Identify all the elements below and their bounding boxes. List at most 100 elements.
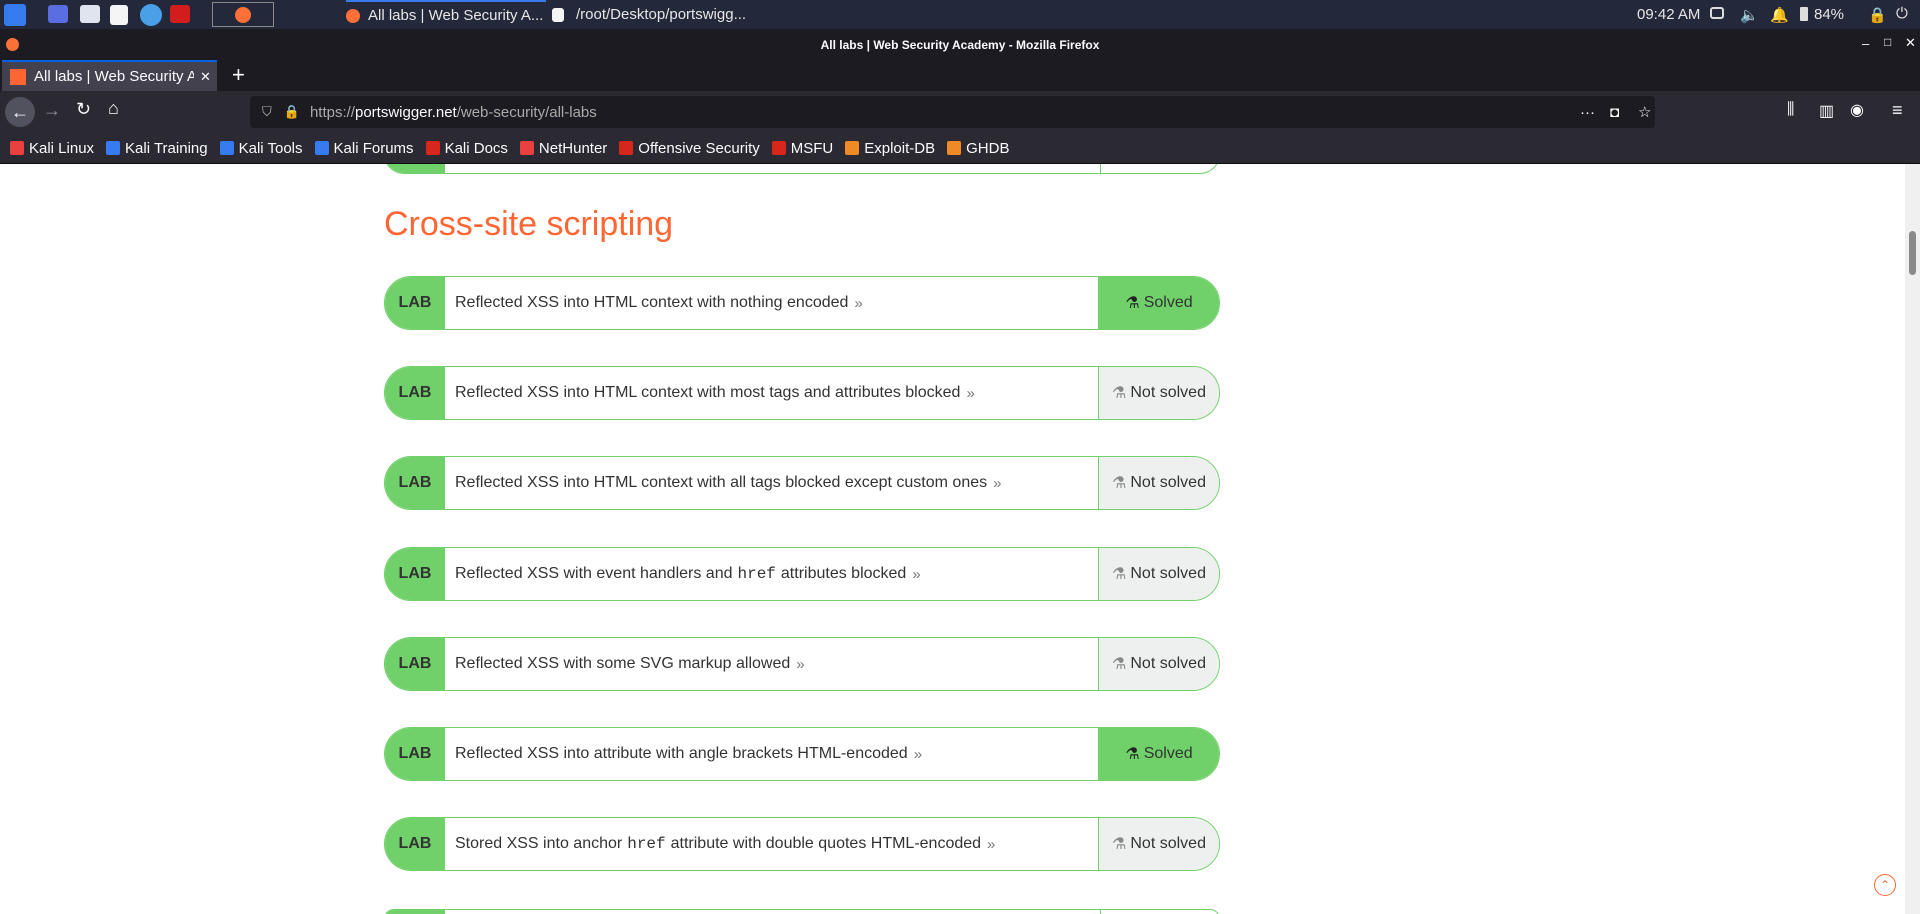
account-icon[interactable]: ◉	[1850, 100, 1864, 120]
shield-icon[interactable]: ⛉	[262, 104, 272, 120]
firefox-launcher[interactable]	[212, 2, 274, 27]
tab-label: All labs | Web Security Ac	[34, 68, 194, 85]
flask-empty-icon: ⚗	[1112, 385, 1127, 402]
bookmark-label: GHDB	[966, 139, 1010, 157]
display-icon[interactable]	[1710, 7, 1724, 19]
lab-row-partial[interactable]	[384, 909, 1220, 914]
menu-icon[interactable]: ≡	[1892, 100, 1903, 121]
bookmark-item[interactable]: Kali Linux	[10, 140, 94, 157]
close-window-icon[interactable]: ✕	[1905, 35, 1916, 51]
lab-row[interactable]: LAB Reflected XSS into HTML context with …	[384, 456, 1220, 510]
notification-bell-icon[interactable]: 🔔	[1770, 6, 1789, 24]
url-scheme: https://	[309, 103, 355, 121]
lab-status-badge: ⚗ Not solved	[1098, 367, 1219, 419]
chevron-right-icon: »	[854, 294, 863, 312]
bookmark-label: MSFU	[790, 139, 834, 157]
flask-filled-icon: ⚗	[1125, 295, 1140, 312]
close-tab-icon[interactable]: ✕	[200, 69, 211, 85]
browser-globe-icon[interactable]	[140, 4, 162, 26]
workspace-icon[interactable]	[48, 5, 68, 23]
chevron-right-icon: »	[987, 835, 996, 853]
lab-status-badge: ⚗ Not solved	[1098, 457, 1219, 509]
battery-level: 84%	[1814, 6, 1845, 23]
chevron-right-icon: »	[913, 745, 923, 763]
lab-row[interactable]: LAB Reflected XSS with some SVG markup al…	[384, 637, 1220, 691]
lock-icon[interactable]: 🔒	[284, 104, 300, 120]
nav-bar: ← → ↻ ⌂ ⛉ 🔒 https:// portswigger.net /we…	[0, 91, 1920, 133]
bookmark-item[interactable]: Kali Docs	[425, 140, 508, 157]
kali-menu-icon[interactable]	[4, 4, 26, 26]
terminal-icon[interactable]	[170, 5, 190, 23]
lab-row[interactable]: LAB Reflected XSS with event handlers and…	[384, 547, 1220, 601]
bookmark-item[interactable]: Kali Forums	[314, 140, 414, 157]
lab-row[interactable]: LAB Reflected XSS into HTML context with …	[384, 366, 1220, 420]
scrollbar-thumb[interactable]	[1909, 231, 1916, 275]
url-path: /web-security/all-labs	[456, 103, 597, 121]
home-button[interactable]: ⌂	[108, 98, 119, 119]
task-window-editor[interactable]: /root/Desktop/portswigg...	[552, 0, 752, 29]
bookmark-icon	[519, 141, 534, 155]
bookmark-item[interactable]: NetHunter	[519, 140, 607, 157]
window-title: All labs | Web Security Academy - Mozill…	[820, 38, 1100, 52]
lab-title-link[interactable]: Reflected XSS into HTML context with mos…	[445, 367, 1098, 419]
lab-title-code: href	[627, 835, 666, 853]
scroll-to-top-icon[interactable]: ⌃	[1874, 874, 1896, 896]
battery-icon[interactable]	[1800, 7, 1808, 21]
bookmark-icon	[219, 141, 234, 155]
lab-tag: LAB	[385, 277, 445, 329]
lock-icon[interactable]: 🔒	[1868, 6, 1887, 24]
bookmark-item[interactable]: Exploit-DB	[845, 140, 935, 157]
lab-title-text: Reflected XSS into HTML context with not…	[455, 294, 849, 311]
library-icon[interactable]: ⫼	[1787, 101, 1794, 119]
bookmark-item[interactable]: Kali Tools	[219, 140, 303, 157]
bookmark-item[interactable]: GHDB	[947, 140, 1009, 157]
url-bar[interactable]: ⛉ 🔒 https:// portswigger.net /web-securi…	[250, 96, 1655, 128]
lab-title-link[interactable]: Reflected XSS into attribute with angle …	[445, 728, 1098, 780]
lab-title-link[interactable]: Reflected XSS with event handlers and hre…	[445, 548, 1098, 600]
text-editor-icon[interactable]	[110, 5, 128, 25]
lab-row[interactable]: LAB Reflected XSS into attribute with ang…	[384, 727, 1220, 781]
volume-icon[interactable]: 🔈	[1740, 6, 1759, 24]
page-scrollbar[interactable]	[1905, 164, 1920, 914]
sidebar-icon[interactable]: ▥	[1819, 101, 1834, 121]
reload-button[interactable]: ↻	[76, 99, 91, 120]
lab-row[interactable]: LAB Stored XSS into anchor href attribute w…	[384, 817, 1220, 871]
lab-status-label: Solved	[1143, 294, 1193, 311]
lab-title-link[interactable]: Stored XSS into anchor href attribute with…	[445, 818, 1098, 870]
url-host: portswigger.net	[354, 103, 457, 121]
lab-status-badge: ⚗ Solved	[1098, 277, 1219, 329]
page-actions-icon[interactable]: ···	[1580, 104, 1595, 121]
minimize-icon[interactable]: –	[1862, 36, 1869, 51]
bookmark-item[interactable]: Offensive Security	[619, 139, 760, 157]
bookmark-item[interactable]: Kali Training	[106, 140, 208, 157]
flask-empty-icon: ⚗	[1112, 566, 1127, 583]
lab-title-link[interactable]: Reflected XSS with some SVG markup allow…	[445, 638, 1098, 690]
new-tab-button[interactable]: +	[232, 62, 245, 88]
flask-empty-icon: ⚗	[1112, 836, 1127, 853]
bookmark-label: Kali Linux	[29, 139, 95, 157]
firefox-icon	[235, 6, 251, 23]
back-button[interactable]: ←	[5, 97, 35, 127]
lab-status-badge: ⚗ Not solved	[1098, 548, 1219, 600]
window-titlebar: All labs | Web Security Academy - Mozill…	[0, 29, 1920, 60]
bookmark-star-icon[interactable]: ☆	[1638, 103, 1651, 121]
lab-status-label: Not solved	[1130, 565, 1206, 582]
lab-title-text: Reflected XSS into attribute with angle …	[455, 745, 908, 762]
forward-button[interactable]: →	[43, 100, 61, 121]
lab-status-label: Not solved	[1130, 474, 1206, 491]
lab-title-link[interactable]: Reflected XSS into HTML context with not…	[445, 277, 1098, 329]
lab-row-partial[interactable]	[384, 164, 1220, 174]
bookmark-item[interactable]: MSFU	[771, 139, 834, 157]
bookmark-label: Offensive Security	[638, 139, 760, 157]
portswigger-favicon-icon	[10, 68, 26, 85]
file-manager-icon[interactable]	[80, 5, 100, 23]
logout-icon[interactable]: ⏻	[1896, 5, 1908, 22]
lab-tag: LAB	[385, 457, 445, 509]
lab-status-label: Solved	[1143, 745, 1193, 762]
lab-row[interactable]: LAB Reflected XSS into HTML context with …	[384, 276, 1220, 330]
task-window-firefox[interactable]: All labs | Web Security A...	[346, 0, 546, 29]
tab-all-labs[interactable]: All labs | Web Security Ac ✕	[2, 60, 217, 91]
lab-title-link[interactable]: Reflected XSS into HTML context with all…	[445, 457, 1098, 509]
maximize-icon[interactable]: □	[1884, 35, 1891, 49]
pocket-icon[interactable]: ◘	[1610, 104, 1619, 121]
